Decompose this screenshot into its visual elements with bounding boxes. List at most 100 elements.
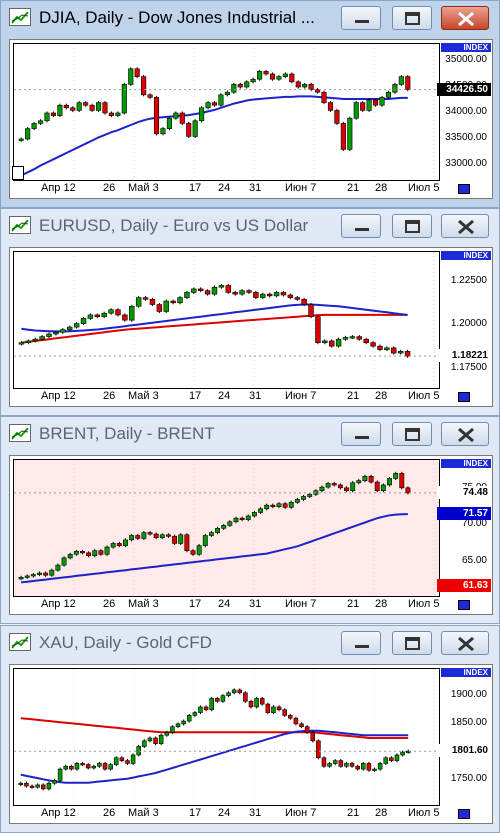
candle-body	[116, 543, 122, 546]
candle-body	[334, 110, 340, 124]
moving-average-slow	[21, 313, 408, 344]
candle-body	[331, 483, 337, 486]
x-tick-label: 31	[249, 182, 262, 194]
candle-body	[153, 737, 158, 744]
minimize-button[interactable]	[341, 631, 381, 655]
chart-frame[interactable]: INDEX1900.001850.001800.001750.001801.60…	[9, 664, 493, 824]
close-button[interactable]	[441, 214, 489, 238]
close-button[interactable]	[441, 631, 489, 655]
candle-body	[158, 734, 164, 744]
candle-body	[85, 764, 91, 769]
chart-window[interactable]: DJIA, Daily - Dow Jones Industrial ... IN…	[0, 0, 500, 208]
candle-body	[122, 314, 128, 321]
candle-body	[57, 104, 63, 116]
candle-body	[76, 102, 82, 111]
chart-shift-button[interactable]	[458, 809, 470, 819]
candle-body	[319, 486, 325, 492]
maximize-button[interactable]	[392, 631, 432, 655]
candle-body	[293, 717, 299, 725]
candle-body	[186, 123, 192, 137]
candle-body	[69, 765, 74, 770]
candle-body	[288, 715, 293, 719]
scroll-marker[interactable]	[12, 166, 24, 180]
candle-body	[129, 305, 135, 321]
candle-body	[295, 81, 301, 88]
candle-body	[53, 331, 59, 335]
title-bar[interactable]: XAU, Daily - Gold CFD	[1, 626, 499, 660]
candle-body	[67, 553, 73, 559]
chart-shift-button[interactable]	[458, 184, 470, 194]
plot-area[interactable]	[13, 43, 440, 181]
candle-body	[178, 534, 184, 544]
candle-body	[232, 292, 238, 295]
candle-body	[301, 496, 306, 500]
candle-body	[380, 484, 386, 492]
price-scale[interactable]: INDEX1900.001850.001800.001750.001801.60	[437, 668, 491, 806]
plot-area[interactable]	[13, 459, 440, 597]
candle-body	[186, 715, 192, 722]
price-scale[interactable]: INDEX75.0070.0065.0074.4871.5761.63	[437, 459, 491, 597]
title-bar[interactable]: BRENT, Daily - BRENT	[1, 417, 499, 451]
candle-body	[337, 484, 343, 489]
maximize-button[interactable]	[392, 6, 432, 30]
current-price-badge: 74.48	[437, 485, 491, 499]
index-label: INDEX	[441, 459, 491, 468]
maximize-button[interactable]	[392, 214, 432, 238]
minimize-icon	[342, 215, 380, 237]
minimize-button[interactable]	[341, 6, 381, 30]
candle-body	[115, 309, 121, 316]
candle-body	[89, 104, 95, 111]
x-tick-label: 17	[189, 182, 202, 194]
title-bar[interactable]: DJIA, Daily - Dow Jones Industrial ...	[1, 1, 499, 35]
y-tick-label: 1.22500	[450, 275, 487, 286]
candle-body	[270, 504, 276, 507]
candle-body	[308, 304, 314, 317]
chart-shift-button[interactable]	[458, 392, 470, 402]
candle-body	[29, 785, 35, 788]
y-tick-label: 65.00	[461, 554, 487, 566]
plot-area[interactable]	[13, 251, 440, 389]
candle-body	[80, 763, 85, 766]
chart-shift-button[interactable]	[458, 600, 470, 610]
candle-body	[335, 338, 342, 347]
maximize-button[interactable]	[392, 422, 432, 446]
x-tick-label: Апр 12	[41, 182, 76, 194]
x-tick-label: 21	[347, 598, 360, 610]
minimize-button[interactable]	[341, 422, 381, 446]
candle-body	[115, 112, 121, 116]
title-bar[interactable]: EURUSD, Daily - Euro vs US Dollar	[1, 209, 499, 243]
candle-body	[198, 706, 203, 713]
grid-lines	[73, 460, 435, 596]
maximize-icon	[393, 423, 431, 445]
candle-body	[385, 91, 392, 98]
candle-body	[349, 763, 355, 767]
plot-area[interactable]	[13, 668, 440, 806]
chart-frame[interactable]: INDEX 1.22500 1.20000 1.17500 1.18221 Апр 12 2…	[9, 247, 493, 407]
candlestick-chart	[14, 44, 439, 180]
minimize-button[interactable]	[341, 214, 381, 238]
close-button[interactable]	[441, 6, 489, 30]
candle-body	[37, 572, 42, 575]
current-price-badge: 1.18221	[437, 349, 491, 363]
candle-body	[46, 782, 52, 790]
candle-body	[254, 698, 259, 708]
price-scale[interactable]: INDEX 1.22500 1.20000 1.17500 1.18221	[437, 251, 491, 389]
candle-body	[243, 692, 248, 702]
price-scale[interactable]: INDEX35000.0034500.0034000.0033500.00330…	[437, 43, 491, 181]
candle-body	[245, 515, 251, 520]
candle-body	[225, 285, 232, 293]
chart-frame[interactable]: INDEX35000.0034500.0034000.0033500.00330…	[9, 39, 493, 199]
chart-window[interactable]: XAU, Daily - Gold CFD INDEX 1900.00 1850.00…	[0, 625, 500, 833]
candle-body	[43, 572, 49, 576]
chart-frame[interactable]: INDEX75.0070.0065.0074.4871.5761.63Апр 1…	[9, 455, 493, 615]
close-button[interactable]	[441, 422, 489, 446]
x-tick-label: 28	[375, 807, 388, 819]
close-icon	[442, 215, 488, 237]
chart-window[interactable]: BRENT, Daily - BRENTINDEX75.0070.0065.00…	[0, 416, 500, 624]
moving-average-fast	[20, 729, 409, 784]
moving-average-fast	[20, 513, 408, 584]
x-tick-label: Май 3	[128, 390, 159, 402]
x-tick-label: 24	[218, 598, 231, 610]
candle-body	[347, 117, 353, 150]
chart-window[interactable]: EURUSD, Daily - Euro vs US Dollar INDEX 1.…	[0, 208, 500, 416]
